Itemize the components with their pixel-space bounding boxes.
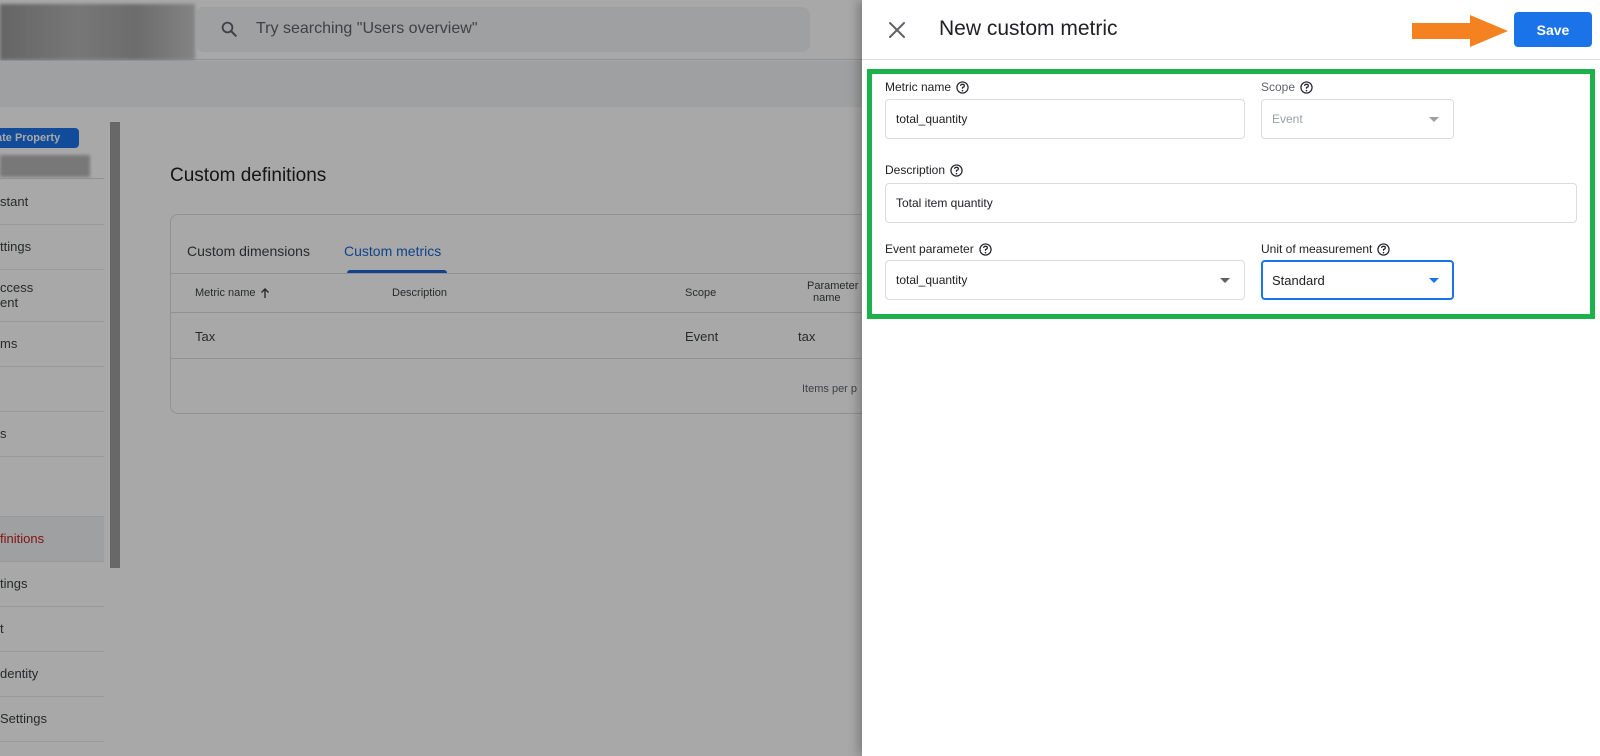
event-parameter-label: Event parameter xyxy=(885,242,992,256)
unit-of-measurement-select[interactable]: Standard xyxy=(1261,260,1454,300)
help-icon[interactable] xyxy=(1377,242,1391,256)
drawer-header: New custom metric Save xyxy=(862,0,1600,60)
close-icon[interactable] xyxy=(886,19,908,41)
drawer-title: New custom metric xyxy=(939,17,1118,40)
save-button[interactable]: Save xyxy=(1514,12,1592,47)
unit-of-measurement-label: Unit of measurement xyxy=(1261,242,1391,256)
scope-select: Event xyxy=(1261,99,1454,139)
help-icon[interactable] xyxy=(950,163,963,177)
description-label: Description xyxy=(885,163,963,177)
description-input[interactable]: Total item quantity xyxy=(885,183,1577,223)
new-custom-metric-drawer: New custom metric Save Metric name total… xyxy=(862,0,1600,756)
arrow-right-icon xyxy=(1412,15,1508,47)
modal-scrim[interactable] xyxy=(0,0,862,756)
scope-label: Scope xyxy=(1261,80,1313,94)
dropdown-arrow-icon xyxy=(1429,278,1439,283)
metric-name-input[interactable]: total_quantity xyxy=(885,99,1245,139)
dropdown-arrow-icon xyxy=(1220,278,1230,283)
dropdown-arrow-icon xyxy=(1429,117,1439,122)
help-icon[interactable] xyxy=(979,242,992,256)
help-icon[interactable] xyxy=(1300,80,1313,94)
metric-name-label: Metric name xyxy=(885,80,969,94)
event-parameter-select[interactable]: total_quantity xyxy=(885,260,1245,300)
help-icon[interactable] xyxy=(956,80,969,94)
